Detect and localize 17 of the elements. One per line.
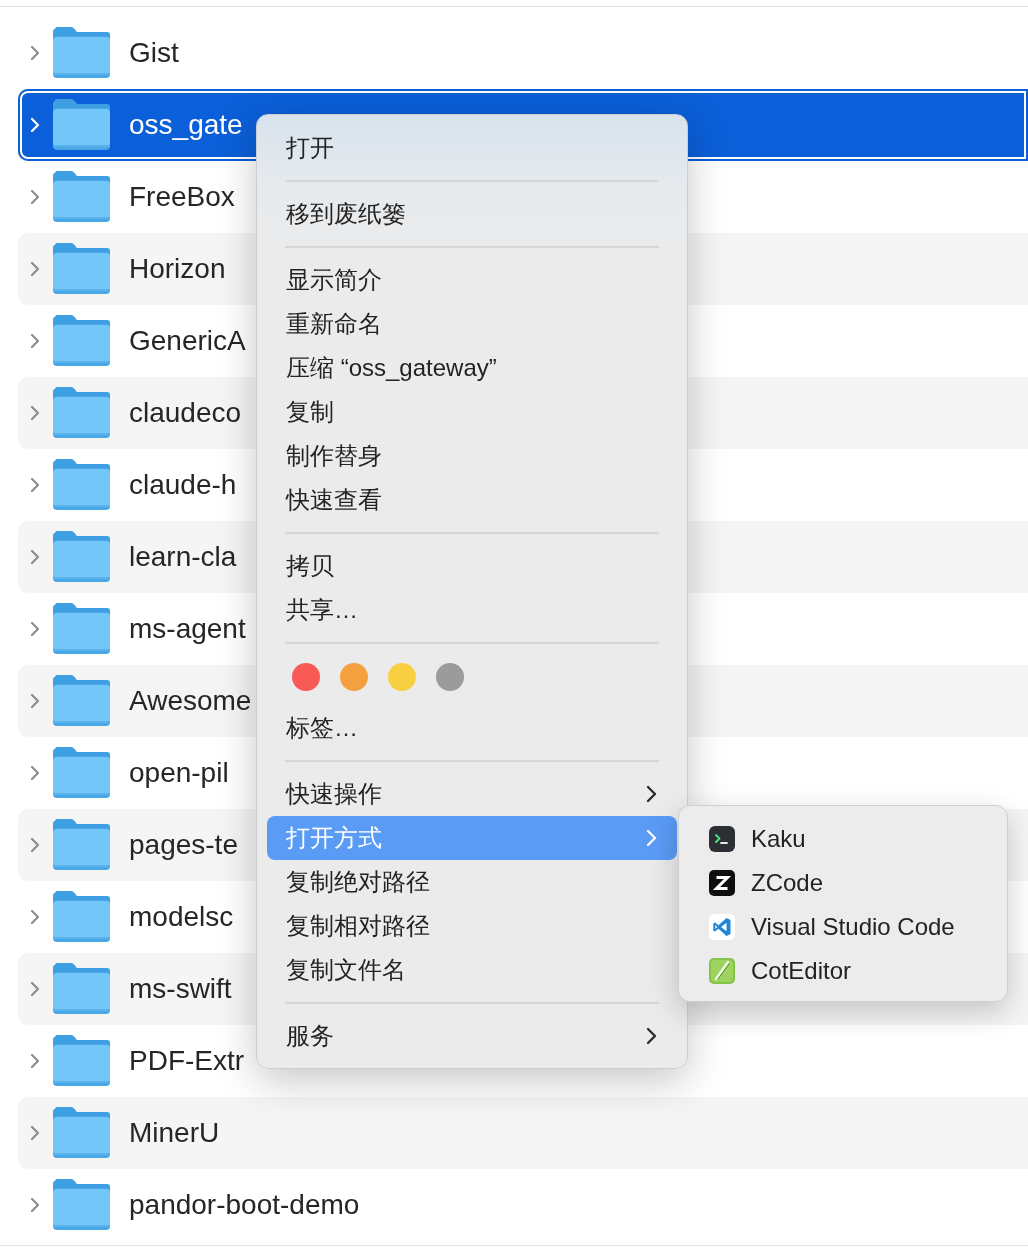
folder-name: oss_gate (129, 108, 243, 142)
folder-name: ms-swift (129, 972, 232, 1006)
folder-name: GenericA (129, 324, 246, 358)
folder-name: FreeBox (129, 180, 235, 214)
folder-name: open-pil (129, 756, 229, 790)
folder-name: MinerU (129, 1116, 220, 1150)
folder-name: ms-agent (129, 612, 246, 646)
folder-name: claudeco (129, 396, 242, 430)
folder-name: learn-cla (129, 540, 237, 574)
folder-name: Awesome (129, 684, 252, 718)
folder-name: Gist (129, 36, 179, 70)
folder-name: modelsc (129, 900, 234, 934)
folder-name: Horizon (129, 252, 226, 286)
folder-name: claude-h (129, 468, 237, 502)
folder-name: pages-te (129, 828, 238, 862)
folder-name: pandor-boot-demo (129, 1188, 360, 1222)
folder-name: PDF-Extr (129, 1044, 245, 1078)
